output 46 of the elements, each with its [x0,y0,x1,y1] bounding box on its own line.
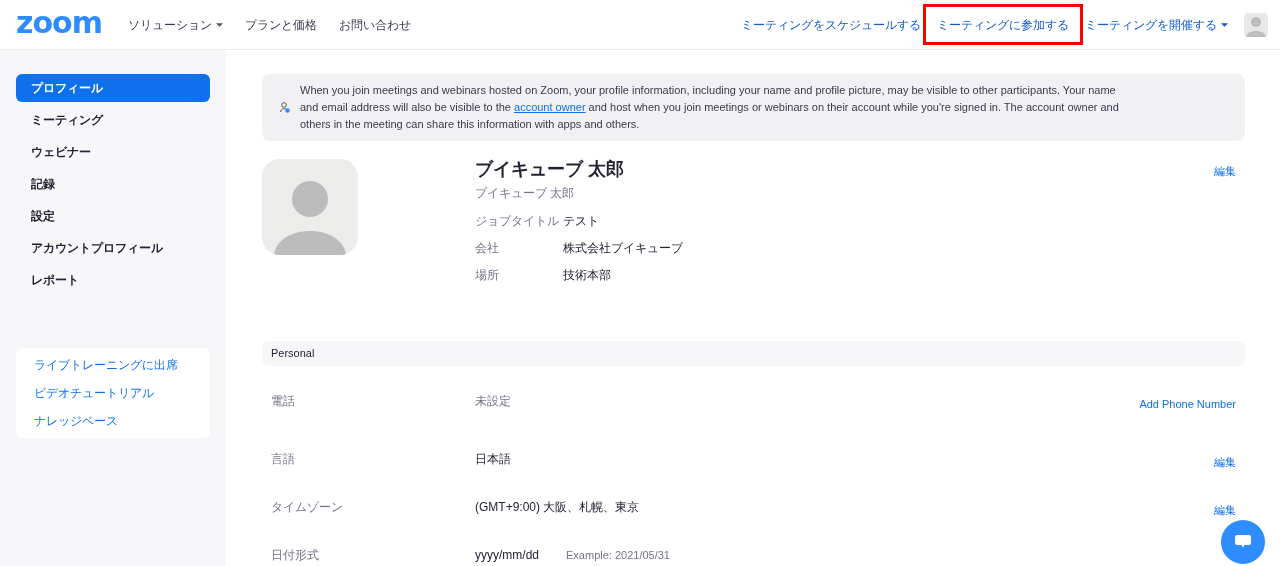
sidebar-item[interactable]: ミーティング [16,106,210,134]
caret-icon [215,22,223,27]
row-value: (GMT+9:00) 大阪、札幌、東京 [475,498,640,515]
sidebar-item[interactable]: ウェビナー [16,138,210,166]
section-title: Personal [271,345,315,361]
edit-link[interactable]: 編集 [1214,163,1236,180]
field-label: 場所 [475,267,500,283]
field-value: 技術本部 [563,267,611,283]
nav-link[interactable]: ミーティングをスケジュールする [741,4,921,45]
row-label: 電話 [270,392,296,409]
sidebar-item[interactable]: アカウントプロフィール [16,234,210,262]
edit-link[interactable]: Add Phone Number [1139,395,1236,412]
nav-link[interactable]: お問い合わせ [338,15,411,34]
chat-icon [1235,535,1251,549]
sidebar-item[interactable]: プロフィール [16,74,210,102]
caret-icon [1221,22,1228,27]
avatar-icon[interactable] [1244,12,1268,37]
account-owner-link[interactable]: account owner [514,101,586,113]
privacy-notice: When you join meetings and webinars hosted on Zoom, your profile information, including your name and profile picture, may be visible to other participants. Your name and email address will also be visible to the account owner and host when you join meetings or webinars on their account while you're signed in. The account owner and others in the meeting can share this information with apps and others. [300,83,1120,132]
field-label: ジョブタイトル [475,213,560,229]
person-icon [280,102,290,113]
help-link[interactable]: ライブトレーニングに出席 [34,356,192,374]
sidebar-item[interactable]: レポート [16,266,210,294]
profile-subname: ブイキューブ 太郎 [475,184,576,202]
help-link[interactable]: ナレッジベース [34,412,192,430]
field-value: テスト [563,213,599,229]
row-value: 日本語 [475,450,511,467]
nav-link[interactable]: プランと価格 [244,15,317,34]
help-link[interactable]: ビデオチュートリアル [34,384,192,402]
field-label: 会社 [475,240,500,256]
profile-name: ブイキューブ 太郎 [475,159,624,179]
row-value: yyyy/mm/dd [475,546,539,563]
row-value: 未設定 [475,392,511,409]
edit-link[interactable]: 編集 [1214,501,1236,518]
row-label: 言語 [270,450,296,467]
edit-link[interactable]: 編集 [1214,453,1236,470]
row-label: 日付形式 [270,546,320,563]
nav-link[interactable]: ミーティングに参加する [923,4,1083,45]
row-label: タイムゾーン [270,498,344,515]
nav-link[interactable]: ミーティングを開催する [1085,4,1228,45]
sidebar-item[interactable]: 記録 [16,170,210,198]
field-value: 株式会社ブイキューブ [563,240,683,256]
chat-button[interactable] [1221,520,1265,564]
nav-link[interactable]: ソリューション [127,15,223,34]
example-text: Example: 2021/05/31 [566,547,670,563]
sidebar-item[interactable]: 設定 [16,202,210,230]
